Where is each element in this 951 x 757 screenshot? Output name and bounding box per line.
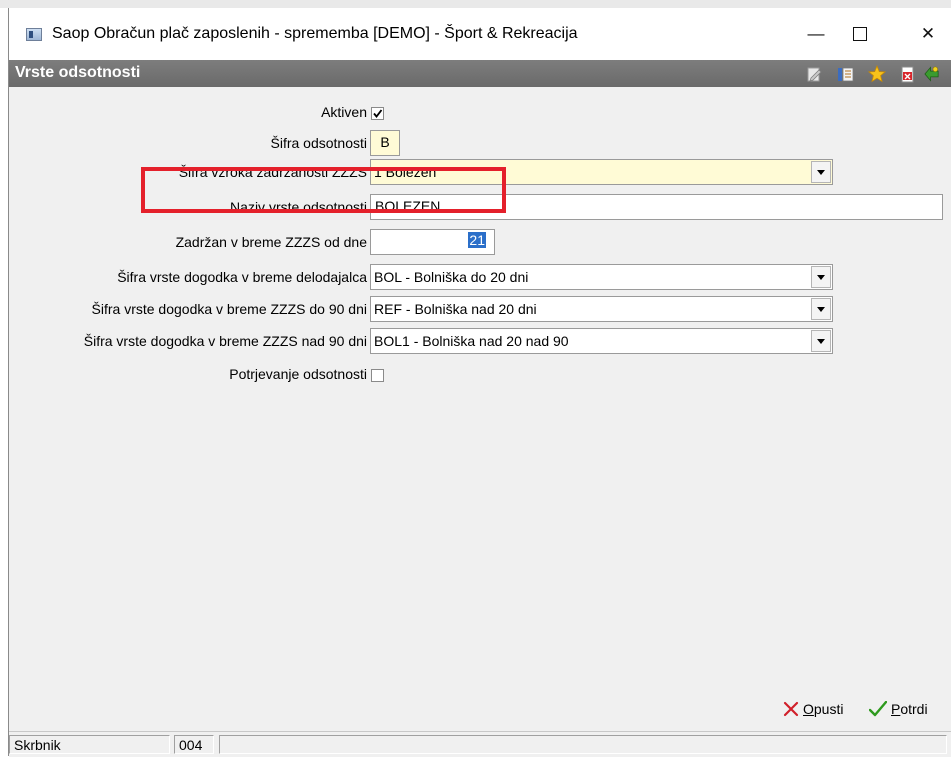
background-strip — [0, 0, 951, 8]
cancel-button[interactable]: Opusti — [783, 701, 843, 717]
pdf-export-icon[interactable] — [898, 65, 916, 83]
dogodek-do-90-value: REF - Bolniška nad 20 dni — [374, 301, 537, 317]
dogodek-nad-90-value: BOL1 - Bolniška nad 20 nad 90 — [374, 333, 569, 349]
potrjevanje-checkbox[interactable] — [371, 369, 384, 382]
dogodek-delodajalca-value: BOL - Bolniška do 20 dni — [374, 269, 529, 285]
aktiven-checkbox[interactable] — [371, 107, 384, 120]
chevron-down-icon[interactable] — [811, 330, 831, 352]
dogodek-do-90-label: Šifra vrste dogodka v breme ZZZS do 90 d… — [91, 301, 367, 317]
exit-door-icon[interactable] — [923, 65, 941, 83]
dogodek-delodajalca-select[interactable]: BOL - Bolniška do 20 dni — [370, 264, 833, 290]
title-bar: Saop Obračun plač zaposlenih - sprememba… — [9, 8, 951, 60]
dogodek-nad-90-select[interactable]: BOL1 - Bolniška nad 20 nad 90 — [370, 328, 833, 354]
maximize-button[interactable] — [837, 18, 883, 50]
chevron-down-icon[interactable] — [811, 161, 831, 183]
status-bar: Skrbnik 004 — [9, 731, 951, 757]
status-code: 004 — [174, 735, 214, 754]
confirm-check-icon — [869, 701, 887, 717]
list-view-icon[interactable] — [836, 65, 854, 83]
potrjevanje-label: Potrjevanje odsotnosti — [229, 366, 367, 382]
window-title: Saop Obračun plač zaposlenih - sprememba… — [52, 25, 578, 42]
dogodek-delodajalca-label: Šifra vrste dogodka v breme delodajalca — [117, 269, 367, 285]
zadrzan-label: Zadržan v breme ZZZS od dne — [175, 234, 367, 250]
chevron-down-icon[interactable] — [811, 298, 831, 320]
zadrzan-field[interactable]: 21 — [370, 229, 495, 255]
cancel-label: Opusti — [803, 701, 844, 717]
chevron-down-icon[interactable] — [811, 266, 831, 288]
close-button[interactable]: ✕ — [905, 18, 951, 50]
zadrzan-value: 21 — [468, 232, 486, 248]
confirm-button[interactable]: Potrdi — [869, 701, 928, 717]
dialog-window: Saop Obračun plač zaposlenih - sprememba… — [8, 8, 951, 757]
confirm-label: Potrdi — [891, 701, 928, 717]
form-title: Vrste odsotnosti — [15, 64, 141, 81]
form-body: Aktiven Šifra odsotnosti B Šifra vzroka … — [9, 87, 951, 687]
highlight-box — [141, 167, 506, 213]
sifra-odsotnosti-field[interactable]: B — [370, 130, 400, 156]
status-user: Skrbnik — [9, 735, 170, 754]
cancel-x-icon — [783, 701, 799, 717]
favorite-star-icon[interactable] — [868, 65, 886, 83]
app-icon — [26, 28, 42, 41]
dogodek-do-90-select[interactable]: REF - Bolniška nad 20 dni — [370, 296, 833, 322]
aktiven-label: Aktiven — [321, 104, 367, 120]
action-area: Opusti Potrdi — [9, 687, 951, 731]
close-icon: ✕ — [920, 24, 936, 43]
dogodek-nad-90-label: Šifra vrste dogodka v breme ZZZS nad 90 … — [83, 333, 367, 349]
minimize-button[interactable]: — — [793, 18, 839, 50]
sifra-odsotnosti-label: Šifra odsotnosti — [270, 135, 368, 151]
minimize-icon: — — [807, 24, 825, 43]
edit-note-icon[interactable] — [805, 65, 823, 83]
status-extra — [219, 735, 947, 754]
form-header: Vrste odsotnosti — [9, 60, 951, 87]
maximize-icon — [853, 27, 867, 41]
